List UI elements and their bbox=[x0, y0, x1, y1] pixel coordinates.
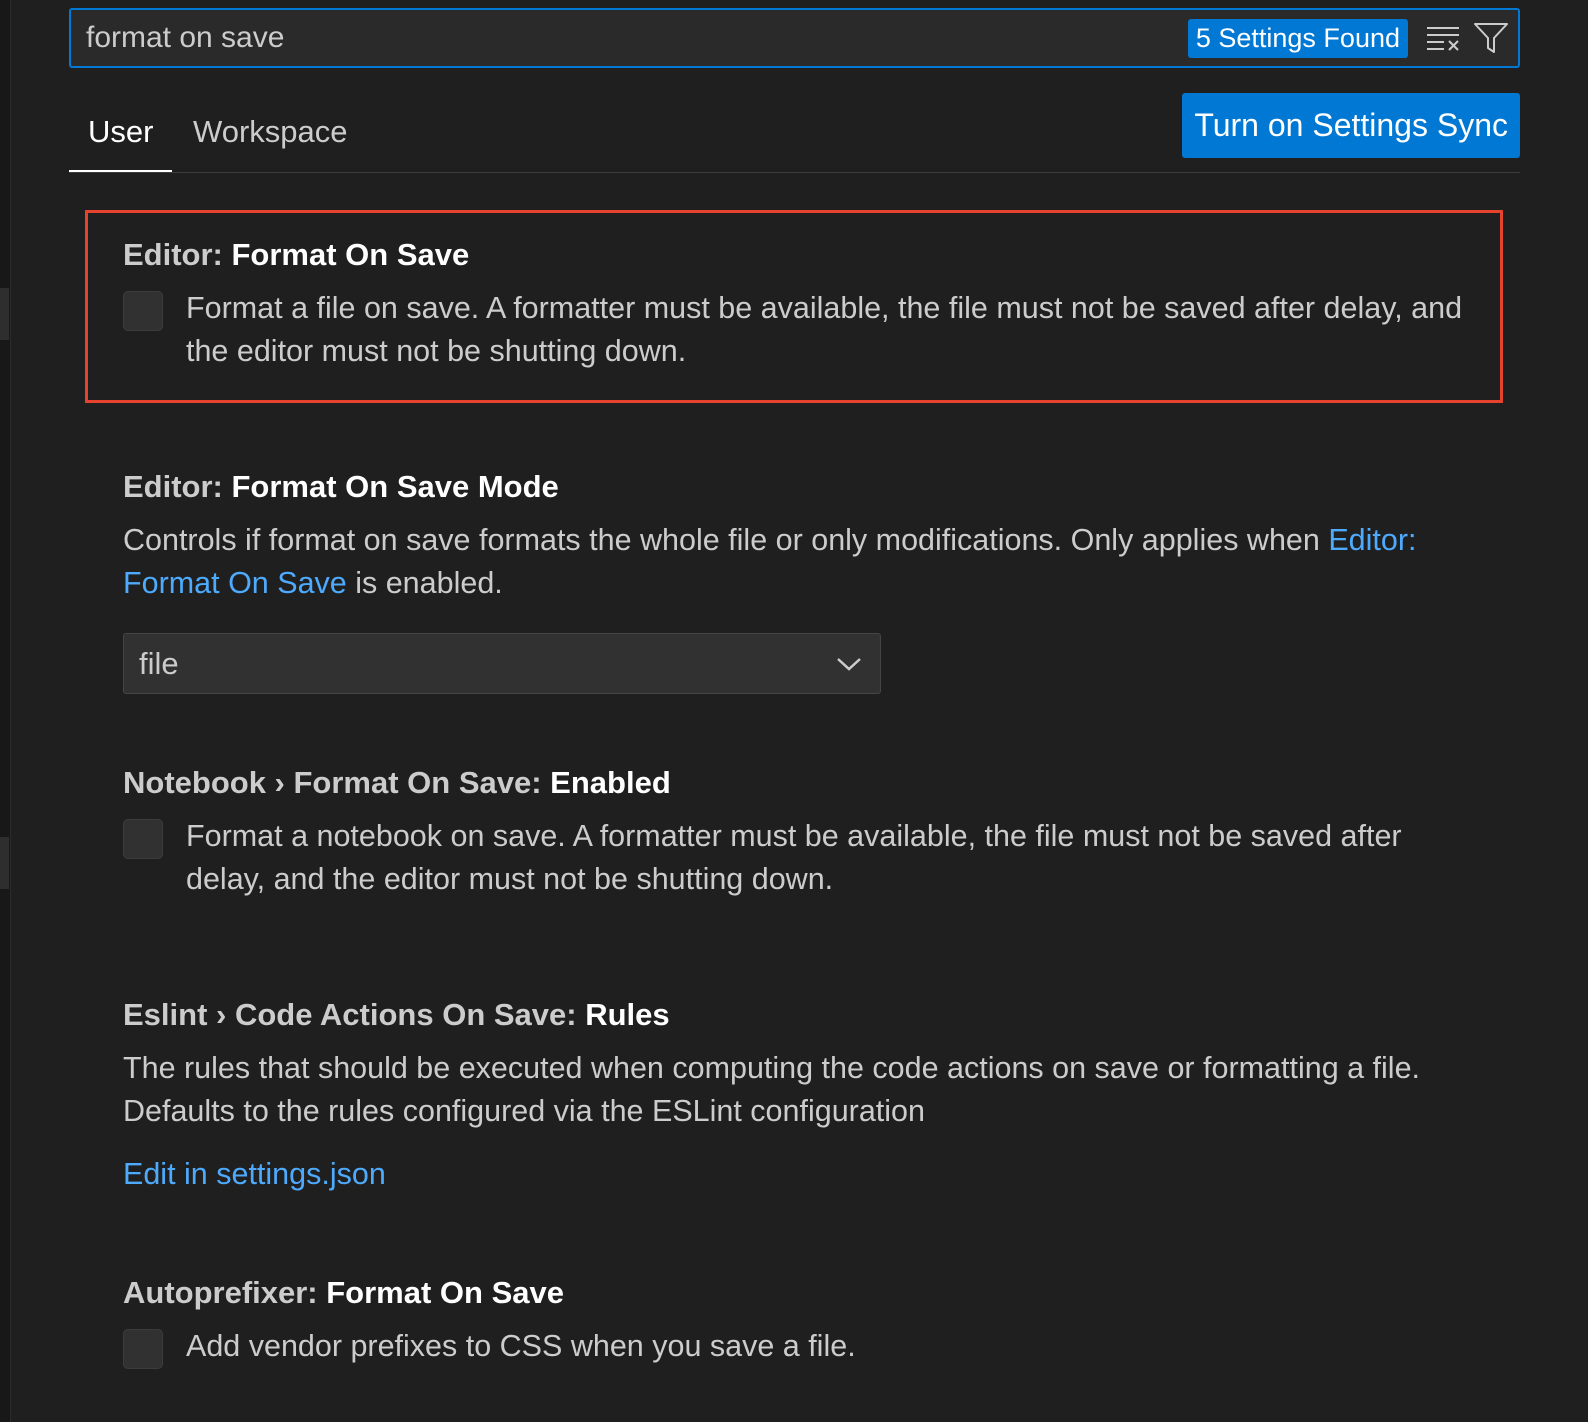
setting-name: Format On Save bbox=[326, 1275, 564, 1310]
setting-name: Format On Save bbox=[231, 237, 470, 272]
setting-name: Rules bbox=[585, 997, 670, 1032]
setting-category: Autoprefixer: bbox=[123, 1275, 327, 1310]
notebook-format-on-save-checkbox[interactable] bbox=[123, 819, 163, 859]
turn-on-settings-sync-button[interactable]: Turn on Settings Sync bbox=[1182, 93, 1520, 158]
setting-description: The rules that should be executed when c… bbox=[123, 1051, 1421, 1128]
chevron-down-icon bbox=[837, 657, 861, 671]
setting-editor-format-on-save: Editor: Format On Save Format a file on … bbox=[123, 237, 1503, 373]
clear-filter-icon[interactable] bbox=[1422, 17, 1464, 59]
setting-category: Editor: bbox=[123, 469, 232, 504]
results-count-badge: 5 Settings Found bbox=[1187, 18, 1408, 58]
edit-in-settings-json-link[interactable]: Edit in settings.json bbox=[123, 1153, 1503, 1196]
settings-scope-tabs: User Workspace Turn on Settings Sync bbox=[69, 88, 1520, 173]
select-value: file bbox=[139, 645, 179, 681]
setting-title: Autoprefixer: Format On Save bbox=[123, 1275, 1503, 1311]
setting-category: Editor: bbox=[123, 237, 232, 272]
setting-description: Controls if format on save formats the w… bbox=[123, 519, 1443, 605]
strip-marker bbox=[0, 288, 9, 340]
setting-category: Notebook › Format On Save: bbox=[123, 765, 551, 800]
filter-icon[interactable] bbox=[1470, 17, 1512, 59]
setting-eslint-code-actions-on-save-rules: Eslint › Code Actions On Save: Rules The… bbox=[123, 997, 1503, 1196]
settings-search-box: 5 Settings Found bbox=[69, 8, 1520, 68]
setting-description: Format a file on save. A formatter must … bbox=[186, 291, 1463, 368]
setting-title: Eslint › Code Actions On Save: Rules bbox=[123, 997, 1503, 1033]
description-text: is enabled. bbox=[346, 566, 503, 600]
description-text: Controls if format on save formats the w… bbox=[123, 523, 1329, 557]
strip-marker bbox=[0, 837, 9, 889]
setting-notebook-format-on-save-enabled: Notebook › Format On Save: Enabled Forma… bbox=[123, 765, 1503, 901]
format-on-save-mode-select[interactable]: file bbox=[123, 633, 881, 694]
setting-description: Format a notebook on save. A formatter m… bbox=[186, 819, 1402, 896]
activity-strip bbox=[0, 0, 11, 1422]
setting-title: Editor: Format On Save Mode bbox=[123, 469, 1503, 505]
setting-title: Editor: Format On Save bbox=[123, 237, 1503, 273]
tab-workspace[interactable]: Workspace bbox=[174, 110, 367, 170]
setting-editor-format-on-save-mode: Editor: Format On Save Mode Controls if … bbox=[123, 469, 1503, 694]
format-on-save-checkbox[interactable] bbox=[123, 291, 163, 331]
setting-name: Enabled bbox=[550, 765, 671, 800]
search-input[interactable] bbox=[71, 10, 1188, 66]
setting-name: Format On Save Mode bbox=[231, 469, 559, 504]
tab-user[interactable]: User bbox=[69, 110, 173, 172]
autoprefixer-format-on-save-checkbox[interactable] bbox=[123, 1329, 163, 1369]
setting-autoprefixer-format-on-save: Autoprefixer: Format On Save Add vendor … bbox=[123, 1275, 1503, 1369]
setting-category: Eslint › Code Actions On Save: bbox=[123, 997, 586, 1032]
setting-description: Add vendor prefixes to CSS when you save… bbox=[186, 1329, 856, 1363]
setting-title: Notebook › Format On Save: Enabled bbox=[123, 765, 1503, 801]
